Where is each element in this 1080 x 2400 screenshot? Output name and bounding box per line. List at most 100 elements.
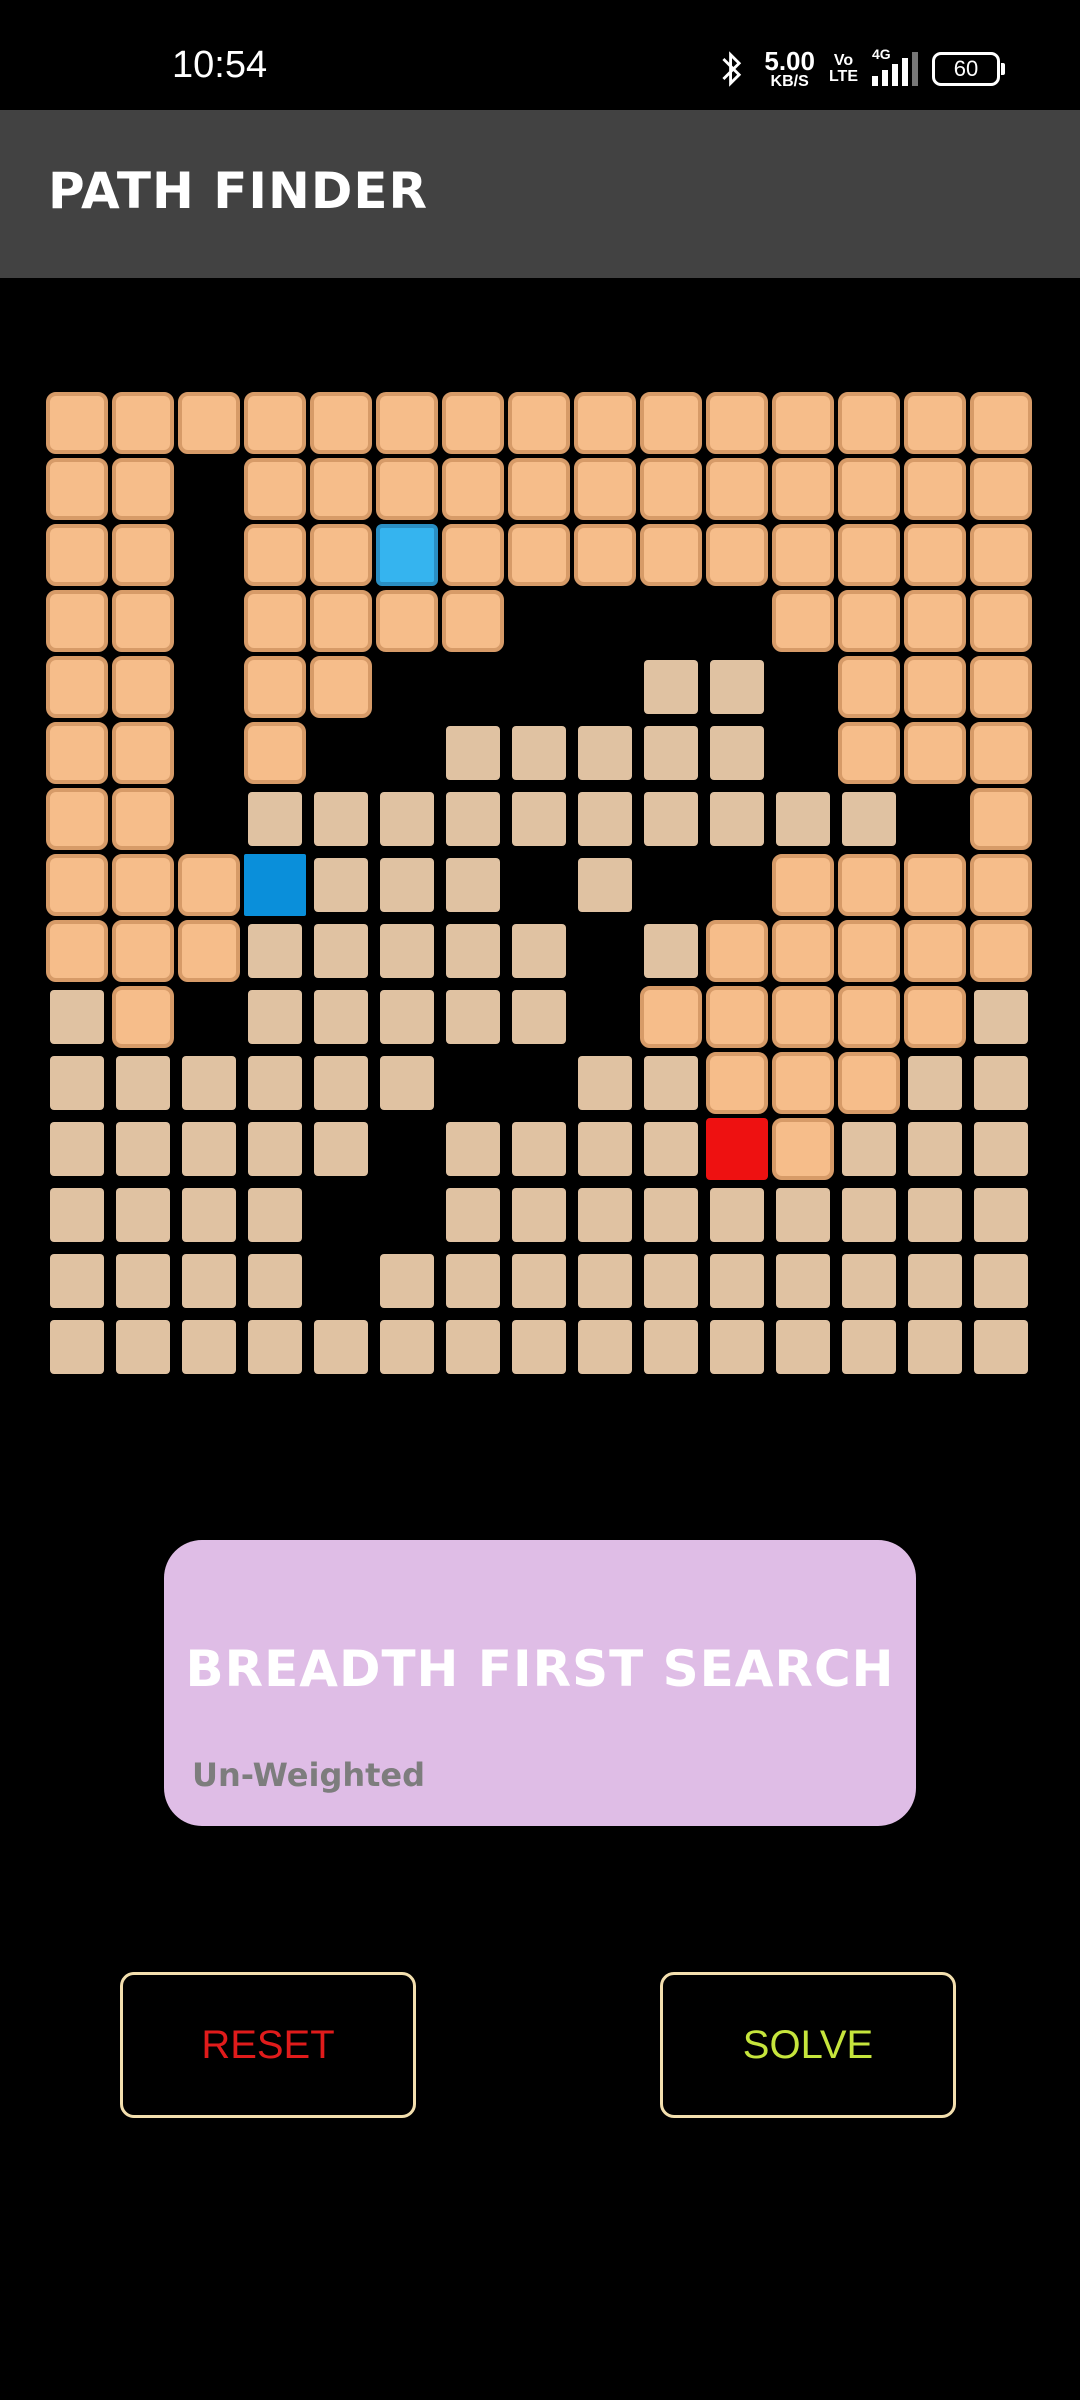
grid-cell-visited[interactable] bbox=[772, 986, 834, 1048]
grid-cell[interactable] bbox=[182, 1320, 236, 1374]
grid-cell-wall[interactable] bbox=[182, 792, 236, 846]
grid-cell-visited[interactable] bbox=[838, 656, 900, 718]
grid-cell[interactable] bbox=[974, 1188, 1028, 1242]
grid-cell-visited[interactable] bbox=[244, 458, 306, 520]
grid-cell-visited[interactable] bbox=[838, 1052, 900, 1114]
end-node[interactable] bbox=[706, 1118, 768, 1180]
grid-cell[interactable] bbox=[248, 990, 302, 1044]
grid-cell-visited[interactable] bbox=[46, 458, 108, 520]
grid-cell-visited[interactable] bbox=[310, 524, 372, 586]
grid-cell-visited[interactable] bbox=[640, 458, 702, 520]
grid-cell-wall[interactable] bbox=[578, 990, 632, 1044]
grid-cell[interactable] bbox=[710, 660, 764, 714]
grid-cell-visited[interactable] bbox=[574, 524, 636, 586]
grid-cell[interactable] bbox=[380, 1320, 434, 1374]
grid-cell[interactable] bbox=[116, 1056, 170, 1110]
grid-cell-visited[interactable] bbox=[244, 524, 306, 586]
grid-cell[interactable] bbox=[644, 1188, 698, 1242]
grid-cell-visited[interactable] bbox=[772, 392, 834, 454]
grid-cell[interactable] bbox=[50, 1254, 104, 1308]
grid-cell[interactable] bbox=[380, 1254, 434, 1308]
grid-cell[interactable] bbox=[512, 1320, 566, 1374]
grid-cell-visited[interactable] bbox=[112, 986, 174, 1048]
grid-cell-visited[interactable] bbox=[574, 458, 636, 520]
grid-cell-visited[interactable] bbox=[112, 854, 174, 916]
grid-cell[interactable] bbox=[446, 1320, 500, 1374]
grid-cell[interactable] bbox=[644, 924, 698, 978]
grid-cell-visited[interactable] bbox=[46, 854, 108, 916]
grid-cell[interactable] bbox=[50, 990, 104, 1044]
grid-cell[interactable] bbox=[512, 792, 566, 846]
grid-cell-visited[interactable] bbox=[310, 656, 372, 718]
grid-cell-visited[interactable] bbox=[112, 788, 174, 850]
algorithm-card[interactable]: BREADTH FIRST SEARCH Un-Weighted bbox=[164, 1540, 916, 1826]
grid-cell[interactable] bbox=[182, 1188, 236, 1242]
grid-cell-visited[interactable] bbox=[772, 920, 834, 982]
grid-cell[interactable] bbox=[446, 858, 500, 912]
grid-cell-visited[interactable] bbox=[244, 392, 306, 454]
grid-cell-visited[interactable] bbox=[904, 590, 966, 652]
grid-cell-visited[interactable] bbox=[508, 458, 570, 520]
grid-cell-visited[interactable] bbox=[46, 524, 108, 586]
grid-cell-visited[interactable] bbox=[970, 458, 1032, 520]
grid-cell-visited[interactable] bbox=[706, 986, 768, 1048]
grid-cell-visited[interactable] bbox=[970, 524, 1032, 586]
grid-cell-wall[interactable] bbox=[182, 528, 236, 582]
grid-cell[interactable] bbox=[50, 1122, 104, 1176]
grid-cell[interactable] bbox=[644, 1320, 698, 1374]
grid-cell-visited[interactable] bbox=[904, 656, 966, 718]
grid-cell-visited[interactable] bbox=[970, 920, 1032, 982]
grid-cell-wall[interactable] bbox=[512, 660, 566, 714]
grid-cell-visited[interactable] bbox=[442, 458, 504, 520]
grid-cell[interactable] bbox=[248, 924, 302, 978]
grid-cell[interactable] bbox=[974, 1056, 1028, 1110]
grid-cell[interactable] bbox=[842, 1122, 896, 1176]
grid-cell-visited[interactable] bbox=[838, 392, 900, 454]
grid-cell-visited[interactable] bbox=[772, 1118, 834, 1180]
grid-cell[interactable] bbox=[116, 1188, 170, 1242]
grid-cell[interactable] bbox=[908, 1320, 962, 1374]
grid-cell-visited[interactable] bbox=[772, 1052, 834, 1114]
grid-cell[interactable] bbox=[182, 1122, 236, 1176]
grid-cell-wall[interactable] bbox=[776, 726, 830, 780]
grid-cell[interactable] bbox=[248, 1320, 302, 1374]
grid-cell[interactable] bbox=[446, 726, 500, 780]
grid-cell-wall[interactable] bbox=[578, 594, 632, 648]
grid-cell[interactable] bbox=[842, 792, 896, 846]
grid-cell-visited[interactable] bbox=[112, 722, 174, 784]
grid-cell-visited[interactable] bbox=[640, 986, 702, 1048]
grid-cell-wall[interactable] bbox=[446, 660, 500, 714]
grid-cell-visited[interactable] bbox=[772, 590, 834, 652]
grid-cell[interactable] bbox=[116, 1254, 170, 1308]
grid-cell-visited[interactable] bbox=[970, 788, 1032, 850]
grid-cell[interactable] bbox=[908, 1188, 962, 1242]
grid-cell-visited[interactable] bbox=[838, 854, 900, 916]
grid-cell[interactable] bbox=[842, 1188, 896, 1242]
grid-cell-visited[interactable] bbox=[838, 458, 900, 520]
grid-cell-visited[interactable] bbox=[376, 458, 438, 520]
grid-cell[interactable] bbox=[50, 1056, 104, 1110]
grid-cell[interactable] bbox=[578, 1254, 632, 1308]
grid-cell-visited[interactable] bbox=[970, 590, 1032, 652]
grid-cell[interactable] bbox=[644, 792, 698, 846]
grid-cell-visited[interactable] bbox=[112, 524, 174, 586]
grid-cell[interactable] bbox=[380, 924, 434, 978]
grid-cell[interactable] bbox=[776, 792, 830, 846]
grid-cell[interactable] bbox=[842, 1320, 896, 1374]
grid-cell-visited[interactable] bbox=[46, 656, 108, 718]
grid-cell[interactable] bbox=[314, 792, 368, 846]
grid-cell[interactable] bbox=[314, 1122, 368, 1176]
grid-cell-visited[interactable] bbox=[904, 524, 966, 586]
grid-cell-visited[interactable] bbox=[46, 392, 108, 454]
grid-cell-wall[interactable] bbox=[182, 594, 236, 648]
grid-cell-wall[interactable] bbox=[314, 1188, 368, 1242]
grid-cell-visited[interactable] bbox=[244, 722, 306, 784]
grid-cell-visited[interactable] bbox=[970, 722, 1032, 784]
grid-cell-visited[interactable] bbox=[244, 590, 306, 652]
grid-cell[interactable] bbox=[512, 924, 566, 978]
grid-cell[interactable] bbox=[248, 1056, 302, 1110]
grid-cell[interactable] bbox=[512, 726, 566, 780]
grid-cell[interactable] bbox=[446, 1188, 500, 1242]
grid-cell[interactable] bbox=[974, 1254, 1028, 1308]
grid-cell-wall[interactable] bbox=[710, 594, 764, 648]
